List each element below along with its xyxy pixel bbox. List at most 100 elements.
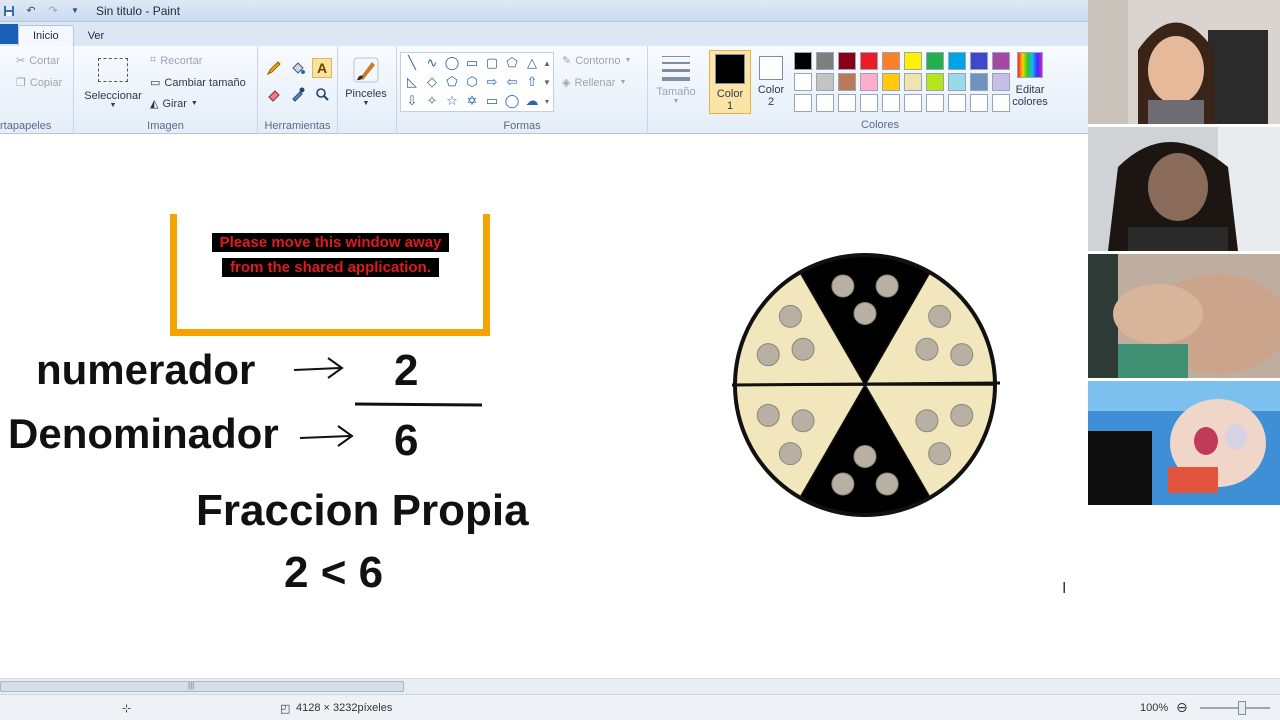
ribbon: ✂ Cortar ❐ Copiar rtapapeles Seleccionar ▼… <box>0 46 1088 134</box>
oval-shape-icon[interactable]: ◯ <box>443 54 461 72</box>
right-arrow-shape-icon[interactable]: ⇨ <box>483 73 501 91</box>
up-arrow-shape-icon[interactable]: ⇧ <box>523 73 541 91</box>
select-button[interactable]: Seleccionar ▼ <box>84 54 142 109</box>
scroll-up-icon[interactable]: ▲ <box>541 54 553 72</box>
magnifier-icon[interactable] <box>312 84 332 104</box>
palette-swatch[interactable] <box>860 73 878 91</box>
palette-swatch[interactable] <box>926 94 944 112</box>
customize-quick-access-icon[interactable]: ▼ <box>68 4 82 18</box>
eraser-icon[interactable] <box>264 84 284 104</box>
rectangle-shape-icon[interactable]: ▭ <box>463 54 481 72</box>
palette-swatch[interactable] <box>904 94 922 112</box>
resize-button[interactable]: ▭ Cambiar tamaño <box>150 76 246 90</box>
palette-swatch[interactable] <box>816 94 834 112</box>
palette-swatch[interactable] <box>970 73 988 91</box>
palette-swatch[interactable] <box>970 52 988 70</box>
size-button[interactable]: Tamaño ▼ <box>650 52 702 105</box>
expand-gallery-icon[interactable]: ▾ <box>541 92 553 110</box>
palette-swatch[interactable] <box>816 73 834 91</box>
color-picker-icon[interactable] <box>288 84 308 104</box>
polygon-shape-icon[interactable]: ⬠ <box>503 54 521 72</box>
scrollbar-thumb[interactable] <box>0 681 404 692</box>
left-arrow-shape-icon[interactable]: ⇦ <box>503 73 521 91</box>
palette-swatch[interactable] <box>926 52 944 70</box>
window-title: Sin titulo - Paint <box>96 3 181 18</box>
color1-selector[interactable]: Color 1 <box>709 50 751 114</box>
zoom-out-icon[interactable]: ⊖ <box>1176 699 1188 716</box>
ribbon-tabs: Inicio Ver <box>0 22 1088 46</box>
palette-swatch[interactable] <box>838 94 856 112</box>
palette-swatch[interactable] <box>794 94 812 112</box>
undo-icon[interactable]: ↶ <box>24 4 38 18</box>
down-arrow-shape-icon[interactable]: ⇩ <box>403 92 421 110</box>
cut-button[interactable]: ✂ Cortar <box>16 54 60 68</box>
file-menu-button[interactable] <box>0 24 18 44</box>
line-shape-icon[interactable]: ╲ <box>403 54 421 72</box>
rotate-button[interactable]: ◭ Girar ▼ <box>150 97 198 111</box>
six-point-star-shape-icon[interactable]: ✡ <box>463 92 481 110</box>
pencil-icon[interactable] <box>264 58 284 78</box>
rainbow-icon <box>1017 52 1043 78</box>
palette-swatch[interactable] <box>970 94 988 112</box>
palette-swatch[interactable] <box>838 73 856 91</box>
callout-oval-shape-icon[interactable]: ◯ <box>503 92 521 110</box>
five-point-star-shape-icon[interactable]: ☆ <box>443 92 461 110</box>
zoom-slider[interactable] <box>1200 707 1270 709</box>
fill-bucket-icon[interactable] <box>288 58 308 78</box>
palette-swatch[interactable] <box>882 52 900 70</box>
color2-selector[interactable]: Color 2 <box>752 53 790 108</box>
scroll-down-icon[interactable]: ▼ <box>541 73 553 91</box>
save-icon[interactable] <box>2 4 16 18</box>
edit-colors-button[interactable]: Editar colores <box>1010 52 1050 108</box>
right-triangle-shape-icon[interactable]: ◺ <box>403 73 421 91</box>
palette-swatch[interactable] <box>904 73 922 91</box>
hexagon-shape-icon[interactable]: ⬡ <box>463 73 481 91</box>
outline-button[interactable]: ✎ Contorno ▼ <box>562 54 631 68</box>
palette-swatch[interactable] <box>882 94 900 112</box>
curve-shape-icon[interactable]: ∿ <box>423 54 441 72</box>
fill-button[interactable]: ◈ Rellenar ▼ <box>562 76 626 90</box>
zoom-slider-thumb[interactable] <box>1238 701 1246 715</box>
palette-swatch[interactable] <box>948 94 966 112</box>
cloud-callout-shape-icon[interactable]: ☁ <box>523 92 541 110</box>
palette-swatch[interactable] <box>838 52 856 70</box>
pizza-topping <box>928 304 952 328</box>
participant-video-1[interactable] <box>1088 0 1280 124</box>
horizontal-scrollbar[interactable]: ||| <box>0 678 1280 694</box>
palette-swatch[interactable] <box>992 52 1010 70</box>
palette-swatch[interactable] <box>926 73 944 91</box>
crop-button[interactable]: ⌗ Recortar <box>150 54 202 67</box>
diamond-shape-icon[interactable]: ◇ <box>423 73 441 91</box>
tab-inicio[interactable]: Inicio <box>18 25 74 46</box>
rotate-icon: ◭ <box>150 98 159 110</box>
palette-swatch[interactable] <box>948 73 966 91</box>
palette-swatch[interactable] <box>794 73 812 91</box>
triangle-shape-icon[interactable]: △ <box>523 54 541 72</box>
palette-swatch[interactable] <box>992 73 1010 91</box>
clipboard-group: ✂ Cortar ❐ Copiar rtapapeles <box>0 46 74 134</box>
color2-swatch <box>759 56 783 80</box>
tab-ver[interactable]: Ver <box>74 26 119 46</box>
participant-video-2[interactable] <box>1088 127 1280 251</box>
palette-swatch[interactable] <box>860 52 878 70</box>
chevron-down-icon: ▼ <box>190 100 198 107</box>
palette-swatch[interactable] <box>816 52 834 70</box>
brush-icon <box>350 54 382 86</box>
pentagon-shape-icon[interactable]: ⬠ <box>443 73 461 91</box>
copy-button[interactable]: ❐ Copiar <box>16 76 62 90</box>
palette-swatch[interactable] <box>882 73 900 91</box>
pizza-topping <box>853 302 877 325</box>
four-point-star-shape-icon[interactable]: ✧ <box>423 92 441 110</box>
palette-swatch[interactable] <box>860 94 878 112</box>
text-tool-icon[interactable]: A <box>312 58 332 78</box>
palette-swatch[interactable] <box>794 52 812 70</box>
palette-swatch[interactable] <box>904 52 922 70</box>
rounded-rectangle-shape-icon[interactable]: ▢ <box>483 54 501 72</box>
participant-video-4[interactable] <box>1088 381 1280 505</box>
palette-swatch[interactable] <box>948 52 966 70</box>
palette-swatch[interactable] <box>992 94 1010 112</box>
brushes-button[interactable]: Pinceles ▼ <box>340 54 392 107</box>
redo-icon[interactable]: ↷ <box>46 4 60 18</box>
callout-rect-shape-icon[interactable]: ▭ <box>483 92 501 110</box>
participant-video-3[interactable] <box>1088 254 1280 378</box>
